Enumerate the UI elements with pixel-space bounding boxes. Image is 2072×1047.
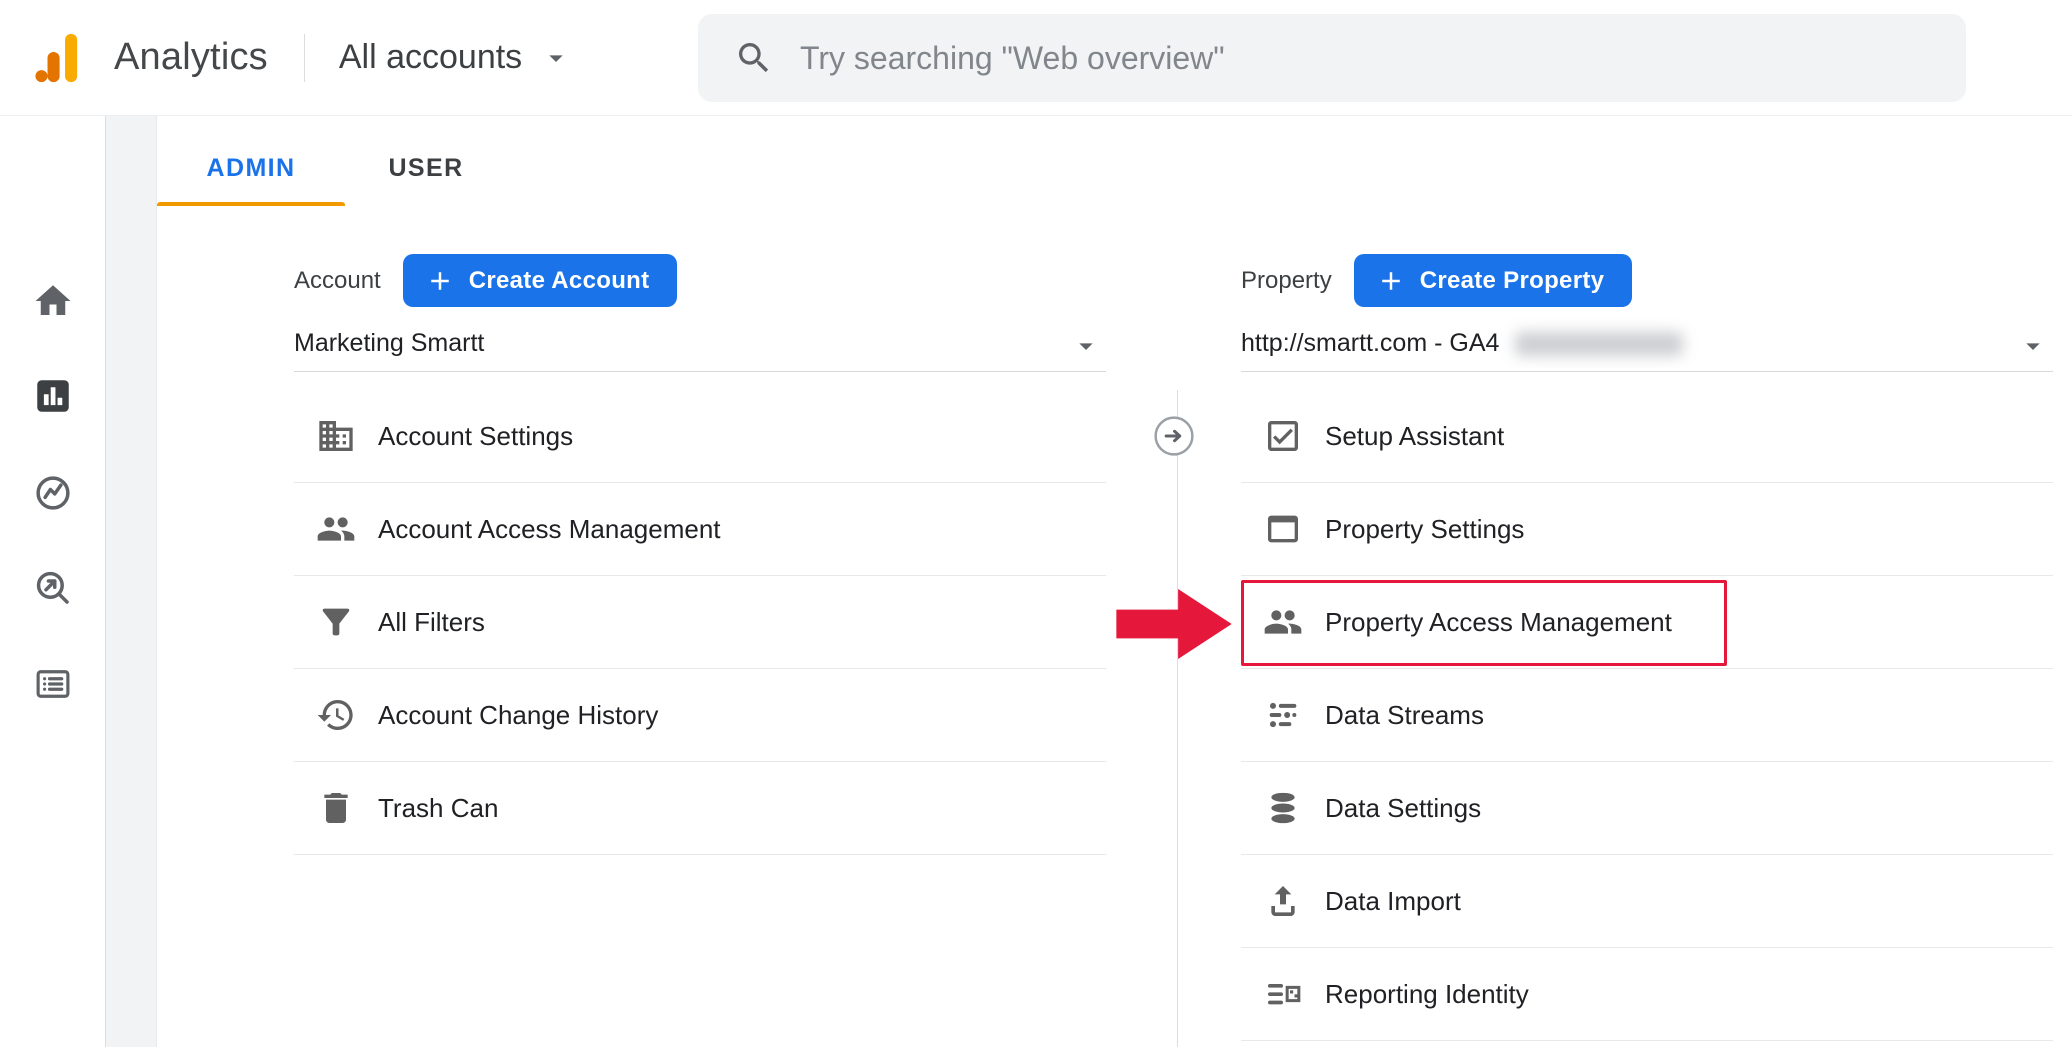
- home-icon[interactable]: [29, 277, 77, 325]
- account-selector-value: Marketing Smartt: [294, 329, 484, 358]
- chevron-down-icon: [2017, 330, 2049, 362]
- google-analytics-logo-icon: [30, 29, 88, 87]
- people-icon: [1263, 602, 1303, 642]
- annotation-arrow-icon: [1116, 589, 1232, 659]
- global-search[interactable]: [698, 14, 1966, 102]
- people-icon: [316, 509, 356, 549]
- menu-item-data-import[interactable]: Data Import: [1241, 855, 2053, 948]
- ga-admin-screen: Analytics All accounts: [0, 0, 2072, 1047]
- account-label: Account: [294, 267, 381, 295]
- data-streams-icon: [1263, 695, 1303, 735]
- menu-item-trash-can[interactable]: Trash Can: [294, 762, 1106, 855]
- property-column-header: Property Create Property: [1241, 254, 1632, 307]
- create-property-button[interactable]: Create Property: [1354, 254, 1633, 307]
- property-selector-value: http://smartt.com - GA4: [1241, 329, 1499, 358]
- menu-item-account-change-history[interactable]: Account Change History: [294, 669, 1106, 762]
- chevron-down-icon: [1070, 330, 1102, 362]
- history-icon: [316, 695, 356, 735]
- window-icon: [1263, 509, 1303, 549]
- redacted-property-id: [1515, 332, 1683, 356]
- menu-item-data-settings[interactable]: Data Settings: [1241, 762, 2053, 855]
- search-icon: [734, 38, 774, 78]
- reporting-identity-icon: [1263, 974, 1303, 1014]
- database-icon: [1263, 788, 1303, 828]
- property-selector[interactable]: http://smartt.com - GA4: [1241, 316, 2053, 372]
- filter-icon: [316, 602, 356, 642]
- upload-icon: [1263, 881, 1303, 921]
- advertising-icon[interactable]: [29, 564, 77, 612]
- app-title: Analytics: [114, 36, 268, 79]
- chevron-down-icon: [540, 42, 572, 74]
- account-switcher-label: All accounts: [339, 38, 522, 77]
- trash-icon: [316, 788, 356, 828]
- app-header: Analytics All accounts: [0, 0, 2072, 116]
- plus-icon: [425, 266, 455, 296]
- explore-icon[interactable]: [29, 469, 77, 517]
- admin-icon[interactable]: [29, 660, 77, 708]
- menu-item-property-access-management[interactable]: Property Access Management: [1241, 576, 2053, 669]
- active-tab-indicator: [157, 202, 345, 206]
- menu-item-account-access-management[interactable]: Account Access Management: [294, 483, 1106, 576]
- menu-item-data-streams[interactable]: Data Streams: [1241, 669, 2053, 762]
- account-menu-list: Account Settings Account Access Manageme…: [294, 390, 1106, 855]
- menu-item-property-settings[interactable]: Property Settings: [1241, 483, 2053, 576]
- admin-card: ADMIN USER Account Create Account Market…: [156, 116, 2072, 1047]
- account-selector[interactable]: Marketing Smartt: [294, 316, 1106, 372]
- checkbox-check-icon: [1263, 416, 1303, 456]
- create-account-button[interactable]: Create Account: [403, 254, 678, 307]
- account-switcher[interactable]: All accounts: [339, 38, 572, 77]
- header-divider: [304, 34, 305, 82]
- property-label: Property: [1241, 267, 1332, 295]
- search-input[interactable]: [800, 40, 1930, 77]
- nav-rail: [0, 116, 106, 1047]
- building-icon: [316, 416, 356, 456]
- move-arrow-bubble-icon: [1153, 415, 1195, 457]
- menu-item-all-filters[interactable]: All Filters: [294, 576, 1106, 669]
- plus-icon: [1376, 266, 1406, 296]
- reports-icon[interactable]: [29, 372, 77, 420]
- tab-user[interactable]: USER: [366, 146, 486, 190]
- menu-item-setup-assistant[interactable]: Setup Assistant: [1241, 390, 2053, 483]
- property-menu-list: Setup Assistant Property Settings Proper…: [1241, 390, 2053, 1041]
- account-column-header: Account Create Account: [294, 254, 677, 307]
- menu-item-account-settings[interactable]: Account Settings: [294, 390, 1106, 483]
- tab-admin[interactable]: ADMIN: [157, 146, 345, 190]
- column-divider: [1177, 390, 1178, 1047]
- menu-item-reporting-identity[interactable]: Reporting Identity: [1241, 948, 2053, 1041]
